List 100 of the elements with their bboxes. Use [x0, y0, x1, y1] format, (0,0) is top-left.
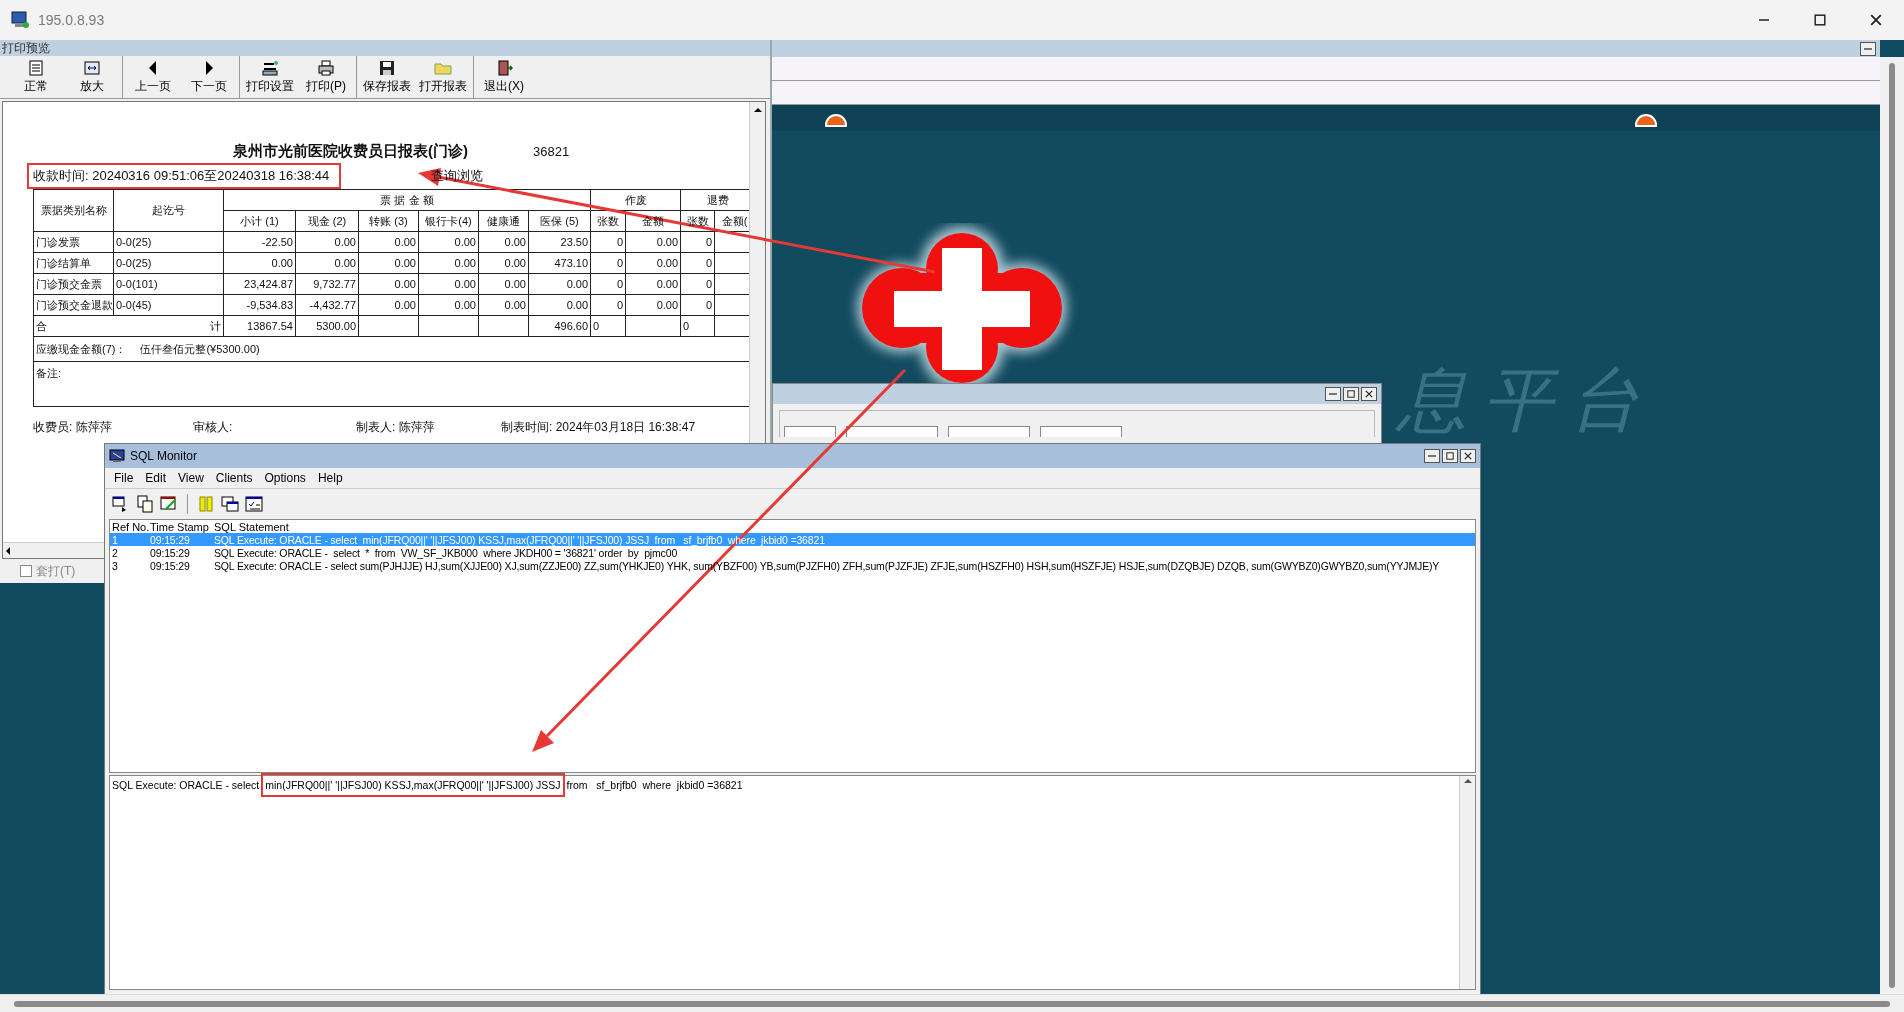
pause-icon — [197, 495, 215, 513]
close-button[interactable] — [1361, 387, 1377, 401]
table-cell: 0.00 — [528, 294, 591, 316]
table-cell: 0.00 — [295, 252, 359, 274]
column-header: 转账 (3) — [358, 210, 419, 232]
column-header: 医保 (5) — [528, 210, 591, 232]
table-cell: 0-0(45) — [113, 294, 224, 316]
table-cell: 0 — [590, 231, 626, 253]
column-header: 健康通 — [478, 210, 529, 232]
toolbar-button[interactable]: 下一页 — [181, 56, 237, 98]
toolbar-button[interactable] — [135, 494, 155, 514]
minimize-button[interactable] — [1325, 387, 1341, 401]
monitor-icon — [109, 449, 125, 463]
footer-text: 收费员: 陈萍萍 — [33, 419, 113, 436]
logo-icon — [1634, 111, 1658, 127]
menu-item[interactable]: Options — [259, 471, 311, 485]
printer-settings-icon — [261, 59, 279, 76]
column-header: 起讫号 — [113, 189, 224, 232]
table-cell: 0-0(25) — [113, 252, 224, 274]
computer-icon — [10, 11, 30, 29]
menu-item[interactable]: View — [173, 471, 209, 485]
scrollbar[interactable] — [1459, 776, 1475, 989]
list-row[interactable]: 2 09:15:29 SQL Execute: ORACLE - select * from VW_SF_JKB000 where JKDH00 = '36821' order by pjmc00 — [110, 546, 1475, 559]
clear-list-icon — [160, 495, 178, 513]
table-cell: 496.60 — [528, 315, 591, 337]
timestamp-text: 09:15:29 — [150, 546, 191, 559]
table-cell: 0.00 — [358, 273, 419, 295]
menu-item[interactable]: Edit — [140, 471, 172, 485]
scrollbar[interactable] — [1880, 57, 1904, 994]
toolbar-button[interactable]: 打印设置 — [242, 56, 298, 98]
table-cell: -4,432.77 — [295, 294, 359, 316]
dropdown-field[interactable] — [948, 426, 1030, 437]
input-field[interactable] — [1040, 426, 1122, 437]
menu-item[interactable]: File — [109, 471, 139, 485]
checkbox[interactable] — [20, 565, 32, 577]
table-cell: 门诊结算单 — [33, 252, 114, 274]
sql-detail-text: SQL Execute: ORACLE - select min(JFRQ00||' '||JFSJ00) KSSJ,max(JFRQ00||' '||JFSJ00) JSSJ from sf_brjfb0 where jkbid0 =36821 — [110, 776, 1459, 794]
toolbar-button[interactable]: 打印(P) — [298, 56, 354, 98]
minimize-icon — [1329, 393, 1337, 395]
table-cell: 0-0(101) — [113, 273, 224, 295]
maximize-button[interactable] — [1343, 387, 1359, 401]
column-header[interactable]: Ref No. — [112, 520, 150, 533]
column-header[interactable]: Time Stamp — [150, 520, 214, 533]
checklist-icon — [245, 495, 263, 513]
toolbar-button[interactable]: 上一页 — [125, 56, 181, 98]
minimize-button[interactable] — [1424, 449, 1440, 463]
table-cell: 0 — [680, 294, 715, 316]
checkbox-label: 套打(T) — [36, 562, 76, 580]
table-cell: 23.50 — [528, 231, 591, 253]
toolbar-button[interactable]: 放大 — [64, 56, 120, 98]
total-label: 合 — [36, 318, 47, 334]
column-header[interactable]: SQL Statement — [214, 520, 1475, 533]
table-cell: 0.00 — [528, 273, 591, 295]
toolbar-button[interactable]: 打开报表 — [415, 56, 471, 98]
expand-icon — [83, 59, 101, 76]
toolbar-button[interactable]: 退出(X) — [476, 56, 532, 98]
table-cell: 0.00 — [418, 252, 479, 274]
child-window-title: 打印预览 — [2, 40, 50, 57]
column-header: 作废 — [590, 189, 681, 211]
table-cell: 23,424.87 — [223, 273, 296, 295]
copy-icon — [136, 495, 154, 513]
maximize-button[interactable] — [1442, 449, 1458, 463]
exit-door-icon — [495, 59, 513, 76]
up-arrow-icon — [1462, 776, 1473, 786]
table-cell: 0 — [680, 315, 715, 337]
table-cell: 0 — [680, 273, 715, 295]
table-cell: 0.00 — [625, 273, 681, 295]
toolbar-button[interactable]: 保存报表 — [359, 56, 415, 98]
report-number: 36821 — [533, 144, 570, 159]
cash-due-label: 应缴现金金额(7)： — [36, 342, 127, 355]
table-cell: 13867.54 — [223, 315, 296, 337]
date-field[interactable] — [846, 426, 938, 437]
table-cell: 0.00 — [625, 231, 681, 253]
table-cell: 0 — [590, 273, 626, 295]
table-cell: 0 — [680, 231, 715, 253]
toolbar-button[interactable] — [220, 494, 240, 514]
toolbar-button[interactable] — [244, 494, 264, 514]
footer-text: 制表时间: 2024年03月18日 16:38:47 — [501, 419, 697, 436]
table-cell: 0.00 — [418, 294, 479, 316]
date-field[interactable] — [784, 426, 836, 437]
time-range-text: 收款时间: 20240316 09:51:06至20240318 16:38:44 — [27, 163, 342, 189]
table-cell: 0.00 — [295, 231, 359, 253]
column-header: 张数 — [680, 210, 715, 232]
timestamp-text: 09:15:29 — [150, 533, 191, 546]
table-cell: 0 — [680, 252, 715, 274]
footer-text: 审核人: — [193, 419, 234, 436]
table-cell: 473.10 — [528, 252, 591, 274]
table-cell: 0 — [590, 315, 626, 337]
table-cell: 0 — [590, 252, 626, 274]
menu-item[interactable]: Help — [312, 471, 348, 485]
table-cell: 0.00 — [223, 252, 296, 274]
minimize-button[interactable] — [1860, 41, 1876, 56]
close-button[interactable] — [1460, 449, 1476, 463]
toolbar-button[interactable]: 正常 — [8, 56, 64, 98]
menu-item[interactable]: Clients — [210, 471, 258, 485]
table-cell: 0.00 — [358, 231, 419, 253]
table-cell: 0.00 — [358, 252, 419, 274]
ref-number: 3 — [112, 559, 119, 572]
table-cell: 9,732.77 — [295, 273, 359, 295]
table-cell: -22.50 — [223, 231, 296, 253]
